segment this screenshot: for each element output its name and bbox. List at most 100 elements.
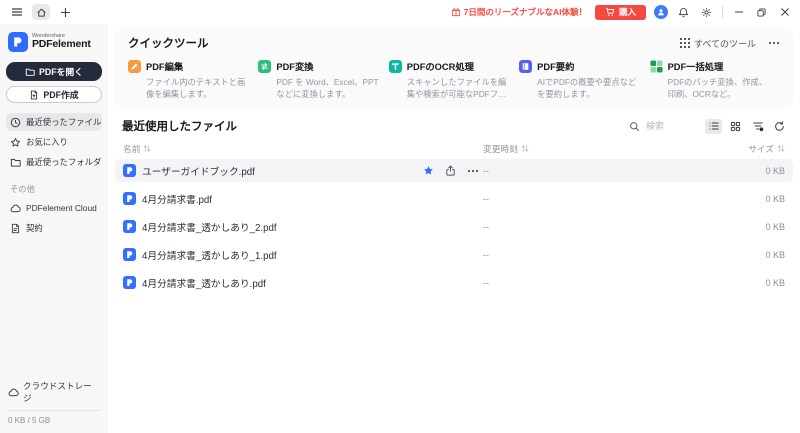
- close-button[interactable]: [777, 5, 792, 20]
- close-icon: [780, 7, 790, 17]
- search-box[interactable]: [629, 120, 694, 133]
- sidebar: Wondershare PDFelement PDFを開く PDF作成 最近使っ…: [0, 24, 108, 433]
- create-pdf-button[interactable]: PDF作成: [6, 86, 102, 103]
- promo-text: 7日間のリーズナブルなAI体験！: [463, 7, 587, 17]
- restore-button[interactable]: [754, 5, 769, 20]
- tool-description: ファイル内のテキストと画像を編集します。: [146, 77, 246, 99]
- file-size: 0 KB: [765, 165, 785, 176]
- refresh-button[interactable]: [771, 119, 788, 134]
- tool-name: PDF一括処理: [667, 62, 724, 72]
- sidebar-nav-item[interactable]: 最近使ったフォルダ: [6, 153, 102, 171]
- cloud-icon: [10, 203, 21, 214]
- gear-icon: [701, 7, 712, 18]
- summary-icon: [519, 59, 533, 73]
- clock-icon: [10, 117, 21, 128]
- restore-icon: [757, 7, 766, 17]
- sidebar-item-label: PDFelement Cloud: [26, 203, 97, 213]
- quick-tool-card[interactable]: PDF要約 AIでPDFの概要や要点などを要約します。: [519, 59, 649, 100]
- quick-tool-card[interactable]: PDF変換 PDF を Word、Excel、PPT などに変換します。: [258, 59, 388, 100]
- row-more-icon[interactable]: [467, 169, 479, 173]
- sidebar-nav-item[interactable]: 契約: [6, 219, 102, 237]
- brand: Wondershare PDFelement: [8, 32, 102, 52]
- settings-button[interactable]: [699, 5, 714, 20]
- sidebar-item-label: 最近使ったフォルダ: [26, 157, 102, 167]
- user-avatar[interactable]: [654, 5, 668, 19]
- pdf-file-icon: [123, 276, 136, 290]
- quick-tool-card[interactable]: PDFのOCR処理 スキャンしたファイルを編集や検索が可能なPDFファイルに変換…: [388, 59, 519, 100]
- sidebar-nav-item[interactable]: お気に入り: [6, 133, 102, 151]
- pen-icon: [128, 59, 141, 73]
- quick-tools-title: クイックツール: [128, 38, 209, 50]
- cloud-storage-item[interactable]: クラウドストレージ: [6, 380, 102, 404]
- user-icon: [657, 8, 665, 16]
- titlebar-divider: [722, 6, 723, 18]
- file-row[interactable]: 4月分請求書_透かしあり_2.pdf -- 0 KB: [115, 215, 793, 238]
- file-name: 4月分請求書.pdf: [142, 194, 212, 206]
- sort-arrows-icon: [143, 144, 151, 153]
- convert-icon: [258, 59, 272, 73]
- ocr-icon: [388, 59, 402, 73]
- all-tools-button[interactable]: すべてのツール: [679, 37, 756, 50]
- refresh-icon: [774, 121, 785, 132]
- minimize-icon: [734, 7, 744, 17]
- search-icon: [629, 121, 640, 132]
- star-icon: [10, 137, 21, 148]
- file-modified: --: [483, 249, 489, 260]
- sidebar-nav-item[interactable]: 最近使ったファイル: [6, 113, 102, 131]
- menu-button[interactable]: [8, 4, 26, 20]
- file-row[interactable]: 4月分請求書_透かしあり.pdf -- 0 KB: [115, 271, 793, 294]
- column-header-size[interactable]: サイズ: [723, 142, 785, 155]
- share-icon[interactable]: [445, 165, 456, 176]
- minimize-button[interactable]: [731, 5, 746, 20]
- home-icon: [36, 7, 47, 18]
- quick-tool-card[interactable]: PDF編集 ファイル内のテキストと画像を編集します。: [128, 59, 258, 100]
- new-tab-button[interactable]: [56, 4, 74, 20]
- sidebar-divider: [8, 410, 100, 411]
- quick-tool-card[interactable]: PDF一括処理 PDFのバッチ変換、作成、印刷、OCRなど。: [650, 59, 780, 100]
- storage-label: クラウドストレージ: [23, 381, 92, 403]
- quick-tools-list: PDF編集 ファイル内のテキストと画像を編集します。 PDF変換 PDF を W…: [128, 59, 780, 100]
- cloud-icon: [8, 387, 19, 398]
- grid-dots-icon: [679, 38, 690, 48]
- gift-icon: [451, 7, 461, 17]
- list-view-button[interactable]: [705, 118, 722, 134]
- file-name: 4月分請求書_透かしあり.pdf: [142, 278, 266, 290]
- open-pdf-button[interactable]: PDFを開く: [6, 62, 102, 81]
- tool-description: AIでPDFの概要や要点などを要約します。: [537, 77, 637, 99]
- tool-description: スキャンしたファイルを編集や検索が可能なPDFファイルに変換しま...: [406, 77, 507, 99]
- file-modified: --: [483, 165, 489, 176]
- sort-filter-button[interactable]: [749, 119, 766, 134]
- column-header-name[interactable]: 名前: [123, 142, 483, 155]
- sort-arrows-icon: [521, 144, 529, 153]
- file-modified: --: [483, 221, 489, 232]
- file-row[interactable]: 4月分請求書.pdf -- 0 KB: [115, 187, 793, 210]
- file-row[interactable]: ユーザーガイドブック.pdf -- 0 KB: [115, 159, 793, 183]
- sort-arrows-icon: [777, 144, 785, 153]
- file-modified: --: [483, 193, 489, 204]
- tool-description: PDFのバッチ変換、作成、印刷、OCRなど。: [667, 77, 768, 99]
- favorite-star-icon[interactable]: [423, 165, 434, 176]
- bell-icon: [678, 7, 689, 18]
- notifications-button[interactable]: [676, 5, 691, 20]
- brand-product: PDFelement: [32, 38, 91, 51]
- sidebar-nav-item[interactable]: PDFelement Cloud: [6, 199, 102, 217]
- folder-open-icon: [25, 67, 35, 77]
- file-name: ユーザーガイドブック.pdf: [142, 166, 255, 178]
- file-name: 4月分請求書_透かしあり_1.pdf: [142, 250, 277, 262]
- recent-files-title: 最近使用したファイル: [122, 121, 237, 134]
- file-row[interactable]: 4月分請求書_透かしあり_1.pdf -- 0 KB: [115, 243, 793, 266]
- quick-tools-more-button[interactable]: [768, 41, 780, 45]
- promo-banner[interactable]: 7日間のリーズナブルなAI体験！: [451, 6, 587, 18]
- file-size: 0 KB: [765, 221, 785, 232]
- list-view-icon: [708, 120, 720, 132]
- buy-button[interactable]: 購入: [594, 4, 646, 20]
- grid-view-button[interactable]: [727, 119, 744, 134]
- pdf-file-icon: [123, 248, 136, 262]
- ellipsis-icon: [768, 41, 780, 45]
- home-tab[interactable]: [32, 4, 50, 20]
- sidebar-item-label: 契約: [26, 223, 43, 233]
- search-input[interactable]: [644, 120, 694, 133]
- cart-icon: [605, 7, 615, 17]
- column-header-modified[interactable]: 変更時刻: [483, 142, 723, 155]
- file-size: 0 KB: [765, 249, 785, 260]
